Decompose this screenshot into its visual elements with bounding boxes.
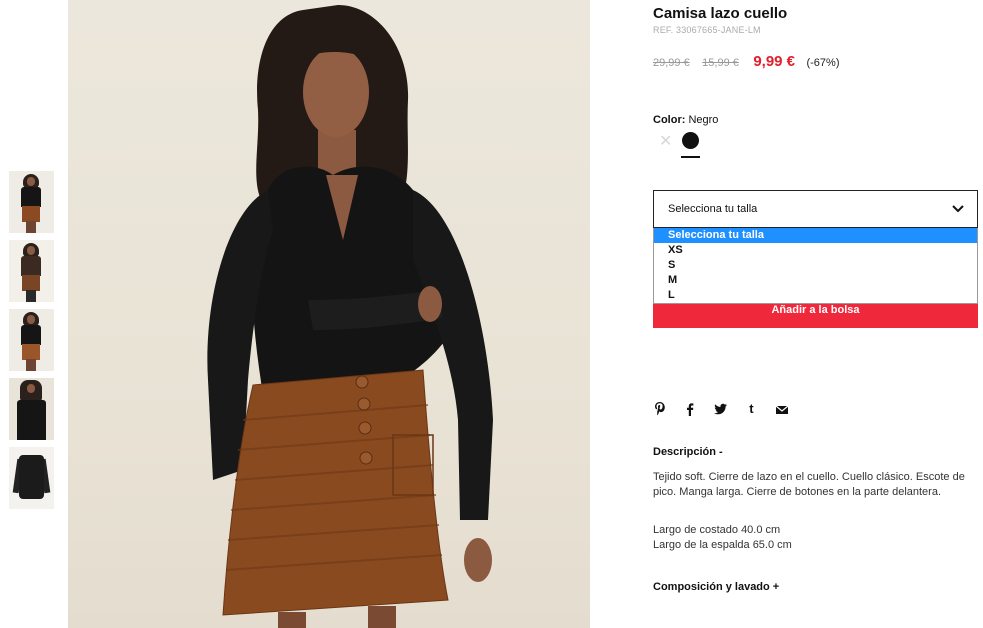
price-discount: (-67%): [806, 57, 840, 69]
thumbnail-2[interactable]: [9, 240, 54, 302]
size-dropdown-list: Selecciona tu talla XS S M L: [653, 228, 978, 304]
black-swatch[interactable]: [682, 132, 699, 149]
size-option[interactable]: Selecciona tu talla: [654, 228, 977, 243]
email-icon[interactable]: [775, 401, 789, 417]
color-label: Color:: [653, 114, 686, 126]
twitter-icon[interactable]: [713, 401, 728, 417]
price-original: 29,99 €: [653, 57, 690, 69]
facebook-icon[interactable]: [683, 401, 697, 417]
size-select-value: Selecciona tu talla: [668, 203, 758, 215]
unavailable-cross-icon[interactable]: ✕: [659, 134, 672, 150]
tumblr-icon[interactable]: t: [744, 401, 758, 417]
length-side: Largo de costado 40.0 cm: [653, 524, 781, 536]
price-current: 9,99 €: [753, 53, 796, 70]
thumbnail-5[interactable]: [9, 447, 54, 509]
size-option[interactable]: M: [654, 273, 977, 288]
price-previous: 15,99 €: [702, 57, 739, 69]
color-label-row: Color: Negro: [653, 114, 718, 126]
social-share-bar: t: [653, 400, 801, 416]
description-text: Tejido soft. Cierre de lazo en el cuello…: [653, 471, 965, 498]
size-select[interactable]: Selecciona tu talla: [653, 190, 978, 228]
selected-swatch-underline: [681, 156, 700, 158]
color-value: Negro: [688, 114, 719, 126]
thumbnail-gallery: [9, 171, 54, 516]
product-main-image: [68, 0, 590, 628]
thumbnail-1[interactable]: [9, 171, 54, 233]
product-reference: REF. 33067665-JANE-LM: [653, 25, 761, 35]
measurements: Largo de costado 40.0 cm Largo de la esp…: [653, 523, 792, 553]
composition-toggle[interactable]: Composición y lavado +: [653, 581, 779, 593]
size-option[interactable]: L: [654, 288, 977, 303]
thumbnail-3[interactable]: [9, 309, 54, 371]
length-back: Largo de la espalda 65.0 cm: [653, 539, 792, 551]
thumbnail-4[interactable]: [9, 378, 54, 440]
description-toggle[interactable]: Descripción -: [653, 446, 723, 458]
pinterest-icon[interactable]: [653, 401, 667, 417]
product-title: Camisa lazo cuello: [653, 5, 788, 22]
price-row: 29,99 € 15,99 € 9,99 € (-67%): [653, 53, 840, 71]
chevron-down-icon: [952, 205, 964, 213]
size-option[interactable]: S: [654, 258, 977, 273]
size-option[interactable]: XS: [654, 243, 977, 258]
color-swatches: ✕: [653, 131, 713, 161]
